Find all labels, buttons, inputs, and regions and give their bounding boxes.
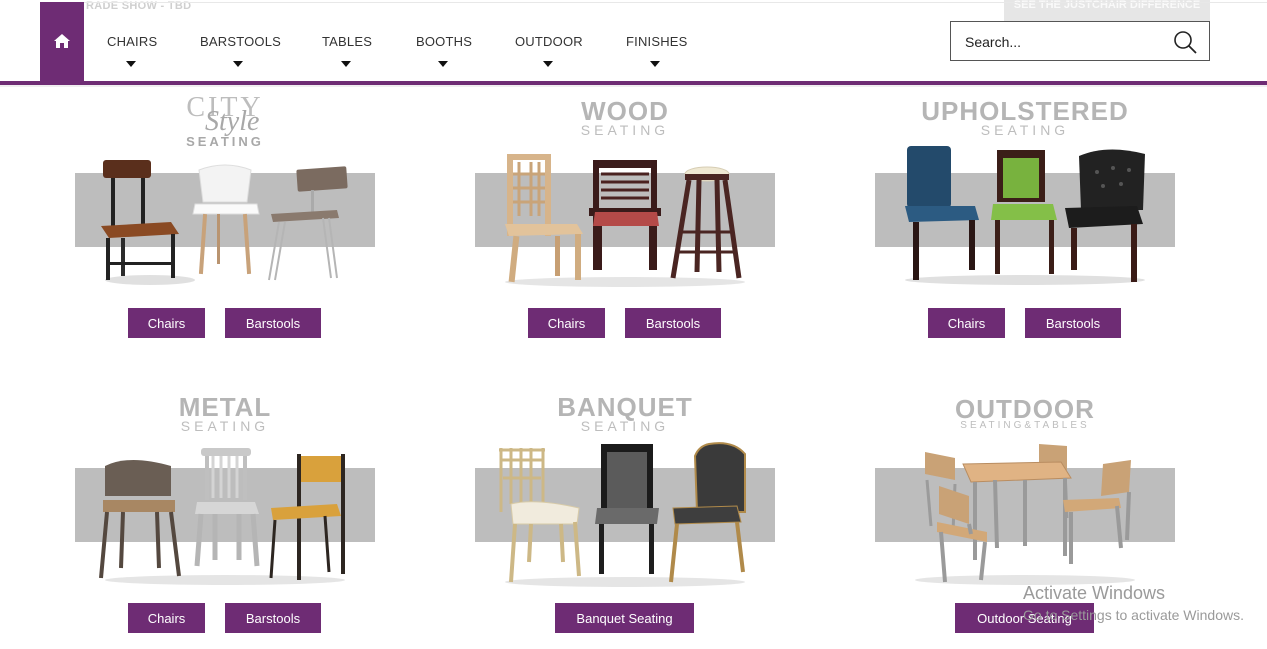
chairs-button[interactable]: Chairs [128,603,205,633]
nav-label: FINISHES [626,34,688,49]
category-subtitle: SEATING&TABLES [960,420,1090,431]
nav-finishes[interactable]: FINISHES [626,34,688,67]
nav-barstools[interactable]: BARSTOOLS [200,34,282,67]
search-input[interactable] [965,32,1165,52]
nav-tables[interactable]: TABLES [322,34,373,67]
nav-chairs[interactable]: CHAIRS [107,34,158,67]
chairs-button[interactable]: Chairs [928,308,1005,338]
category-upholstered: UPHOLSTERED SEATING Chairs Barstools [875,92,1175,342]
nav-label: OUTDOOR [515,34,583,49]
category-subtitle: SEATING [180,418,270,434]
top-divider [84,2,1267,3]
caret-down-icon [649,61,660,67]
home-button[interactable] [40,2,84,81]
activate-windows-watermark: Activate Windows Go to Settings to activ… [1023,583,1244,623]
city-chairs-image [101,160,348,285]
category-subtitle: SEATING [186,134,264,149]
nav-label: BOOTHS [416,34,473,49]
category-banquet: BANQUET SEATING Banquet Seating [475,390,775,640]
category-subtitle: SEATING [580,418,670,434]
category-wood: WOOD SEATING Chairs Barstools [475,92,775,342]
banquet-chairs-image [499,442,746,587]
nav-outdoor[interactable]: OUTDOOR [515,34,583,67]
banquet-seating-button[interactable]: Banquet Seating [555,603,694,633]
caret-down-icon [437,61,448,67]
wood-chairs-image [505,154,745,287]
caret-down-icon [233,61,243,67]
watermark-title: Activate Windows [1023,583,1166,603]
category-subtitle: SEATING [980,122,1070,138]
category-subtitle: SEATING [580,122,670,138]
upholstered-chairs-image [905,146,1145,285]
caret-down-icon [341,61,351,67]
nav-label: TABLES [322,34,373,49]
barstools-button[interactable]: Barstools [625,308,721,338]
page: RADE SHOW - TBD SEE THE JUSTCHAIR DIFFER… [0,0,1267,649]
category-metal: METAL SEATING Chairs Barstools [75,390,375,640]
nav-label: BARSTOOLS [200,34,282,49]
chairs-button[interactable]: Chairs [528,308,605,338]
nav-label: CHAIRS [107,34,158,49]
chairs-button[interactable]: Chairs [128,308,205,338]
category-city-style: CITY Style SEATING Chairs Barstools [75,92,375,342]
barstools-button[interactable]: Barstools [1025,308,1121,338]
search-icon[interactable] [1173,30,1197,54]
caret-down-icon [542,61,553,67]
watermark-subtitle: Go to Settings to activate Windows. [1023,607,1244,623]
outdoor-set-image [915,444,1135,585]
difference-banner[interactable]: SEE THE JUSTCHAIR DIFFERENCE [1004,0,1210,22]
barstools-button[interactable]: Barstools [225,603,321,633]
nav-booths[interactable]: BOOTHS [416,34,473,67]
search-box [950,21,1210,61]
header-shadow [0,85,1267,87]
barstools-button[interactable]: Barstools [225,308,321,338]
home-icon [54,33,70,48]
caret-down-icon [126,61,136,67]
metal-chairs-image [99,448,345,585]
